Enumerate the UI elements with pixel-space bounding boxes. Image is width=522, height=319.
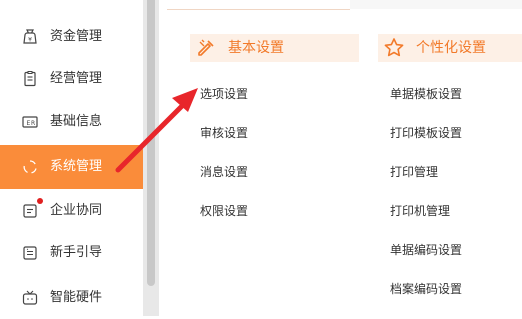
link-document-template-settings[interactable]: 单据模板设置 xyxy=(390,86,462,102)
category-title: 基本设置 xyxy=(228,40,284,56)
link-approval-settings[interactable]: 审核设置 xyxy=(200,125,248,141)
top-bar-edge xyxy=(350,0,522,9)
sidebar-item-label: 企业协同 xyxy=(50,203,103,218)
link-print-management[interactable]: 打印管理 xyxy=(390,164,438,180)
svg-text:E: E xyxy=(27,120,31,127)
collaboration-icon xyxy=(21,202,39,220)
sidebar-item-label: 智能硬件 xyxy=(50,290,103,305)
sidebar-item-basic-info[interactable]: ER 基础信息 xyxy=(0,101,143,143)
tools-icon xyxy=(194,36,218,60)
sidebar-item-label: 系统管理 xyxy=(50,159,103,174)
sidebar-item-funds[interactable]: ¥ 资金管理 xyxy=(0,16,143,58)
sidebar-item-label: 经营管理 xyxy=(50,71,103,86)
category-title: 个性化设置 xyxy=(416,40,486,56)
guide-icon xyxy=(21,244,39,262)
link-printer-management[interactable]: 打印机管理 xyxy=(390,203,450,219)
sidebar-item-system[interactable]: 系统管理 xyxy=(0,145,143,189)
sidebar-item-collaboration[interactable]: 企业协同 xyxy=(0,190,143,232)
sidebar: ¥ 资金管理 经营管理 ER 基础信息 系统管理 企业协同 新手引导 智能硬件 xyxy=(0,0,143,316)
star-icon xyxy=(382,36,406,60)
id-card-icon: ER xyxy=(21,113,39,131)
notification-badge xyxy=(37,198,43,204)
clipboard-icon xyxy=(21,70,39,88)
sidebar-item-label: 资金管理 xyxy=(50,29,103,44)
link-permission-settings[interactable]: 权限设置 xyxy=(200,203,248,219)
sidebar-item-hardware[interactable]: 智能硬件 xyxy=(0,277,143,319)
hardware-tv-icon xyxy=(21,289,39,307)
system-cycle-icon xyxy=(21,158,39,176)
submenu-panel: 基本设置 个性化设置 选项设置 审核设置 消息设置 权限设置 单据模板设置 打印… xyxy=(159,0,522,316)
link-message-settings[interactable]: 消息设置 xyxy=(200,164,248,180)
money-bag-icon: ¥ xyxy=(21,28,39,46)
sidebar-item-operations[interactable]: 经营管理 xyxy=(0,58,143,100)
category-personalization: 个性化设置 xyxy=(378,34,522,62)
sidebar-item-label: 新手引导 xyxy=(50,245,103,260)
category-basic-settings: 基本设置 xyxy=(190,34,359,62)
link-document-code-settings[interactable]: 单据编码设置 xyxy=(390,242,462,258)
sidebar-item-label: 基础信息 xyxy=(50,114,103,129)
svg-text:R: R xyxy=(31,120,35,127)
sidebar-item-guide[interactable]: 新手引导 xyxy=(0,232,143,274)
link-print-template-settings[interactable]: 打印模板设置 xyxy=(390,125,462,141)
svg-text:¥: ¥ xyxy=(28,37,32,44)
scrollbar-thumb[interactable] xyxy=(147,0,155,286)
top-tab-edge xyxy=(167,0,350,10)
link-option-settings[interactable]: 选项设置 xyxy=(200,86,248,102)
link-archive-code-settings[interactable]: 档案编码设置 xyxy=(390,281,462,297)
